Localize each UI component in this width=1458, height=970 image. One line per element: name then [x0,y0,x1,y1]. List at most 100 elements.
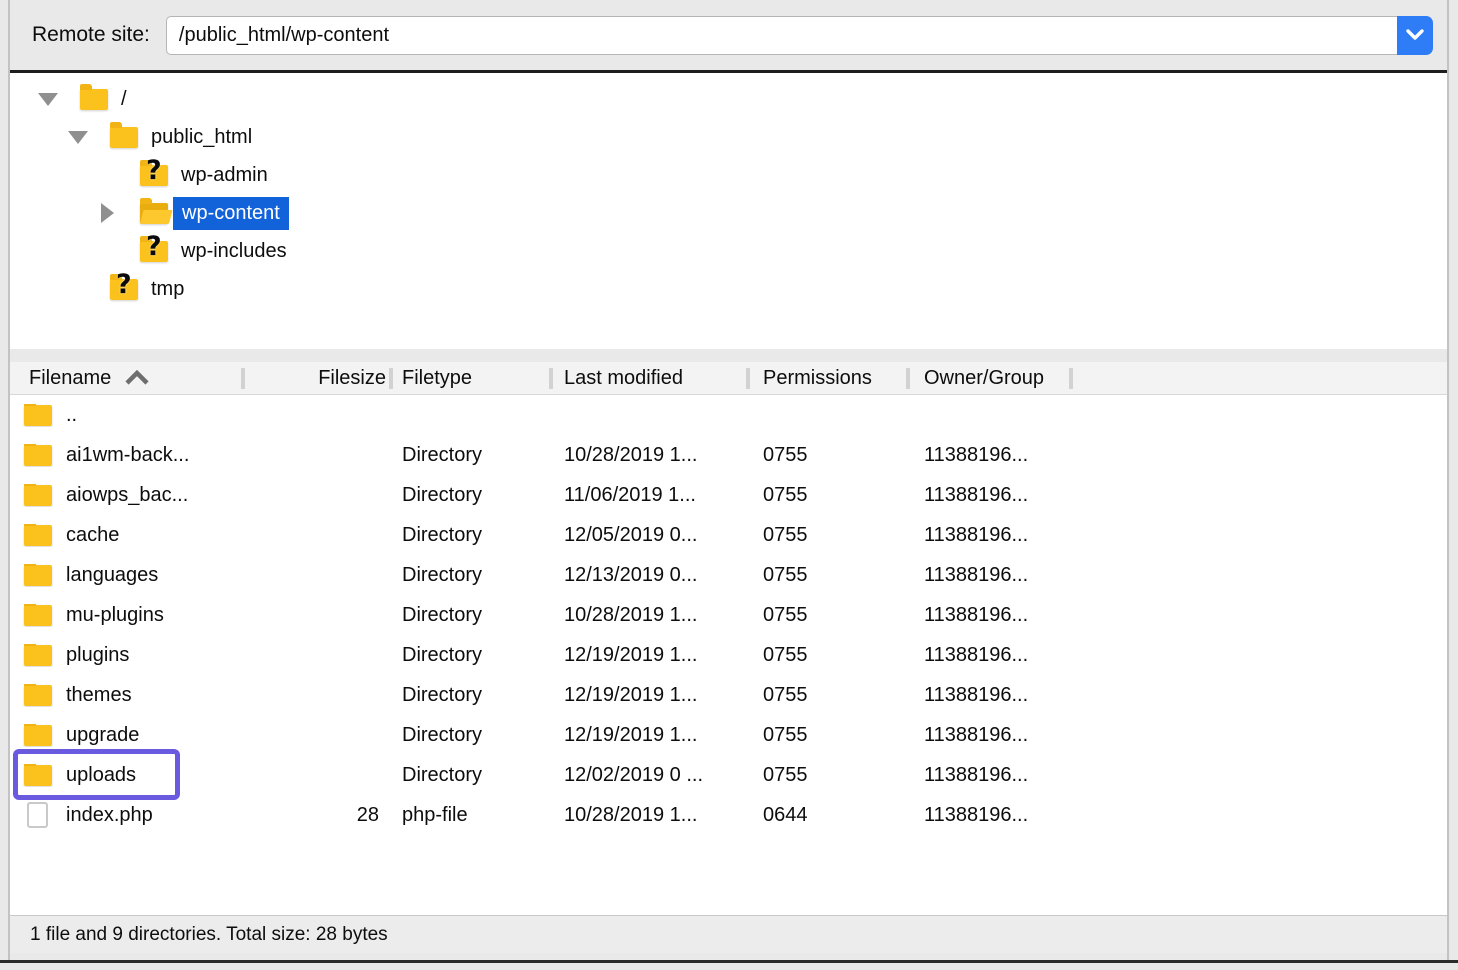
tree-item-label: public_html [151,126,252,149]
tree-item-label: / [121,88,127,111]
filetype: Directory [393,604,553,627]
column-header-label: Filetype [402,367,472,390]
folder-icon [24,765,52,786]
column-header-filesize[interactable]: Filesize [245,362,393,394]
tree-item-wp-content[interactable]: wp-content [10,194,1447,232]
last-modified: 12/02/2019 0 ... [553,764,750,787]
column-header-filetype[interactable]: Filetype [393,362,553,394]
last-modified: 12/19/2019 1... [553,684,750,707]
filetype: Directory [393,444,553,467]
triangle-down-icon [68,131,88,144]
filename: upgrade [66,724,139,747]
file-list-header: Filename Filesize Filetype Last modified… [10,362,1447,395]
column-header-label: Owner/Group [924,367,1044,390]
owner-group: 11388196... [910,724,1073,747]
folder-icon [24,405,52,426]
status-bar: 1 file and 9 directories. Total size: 28… [10,915,1447,953]
status-bar-text: 1 file and 9 directories. Total size: 28… [30,924,388,946]
tree-item-root[interactable]: / [10,80,1447,118]
column-header-last-modified[interactable]: Last modified [553,362,750,394]
permissions: 0755 [750,684,910,707]
owner-group: 11388196... [910,604,1073,627]
permissions: 0755 [750,724,910,747]
filename: languages [66,564,158,587]
question-mark-glyph: ? [146,156,162,186]
panel-divider [10,349,1447,362]
filetype: Directory [393,764,553,787]
filetype: Directory [393,484,553,507]
column-header-label: Permissions [763,367,872,390]
column-header-label: Filesize [318,367,386,390]
tree-item-wp-includes[interactable]: ? wp-includes [10,232,1447,270]
permissions: 0755 [750,444,910,467]
last-modified: 12/05/2019 0... [553,524,750,547]
filename: plugins [66,644,129,667]
expand-collapse-toggle[interactable] [38,93,80,106]
expand-collapse-toggle[interactable] [98,203,140,223]
table-row-index-php[interactable]: index.php 28 php-file 10/28/2019 1... 06… [10,795,1447,835]
filetype: Directory [393,644,553,667]
question-mark-glyph: ? [146,232,162,262]
tree-item-public-html[interactable]: public_html [10,118,1447,156]
window-bottom-divider [0,960,1458,963]
remote-directory-tree: / public_html ? wp-admin wp-content ? wp… [10,73,1447,349]
folder-unknown-icon: ? [140,165,168,186]
column-header-filename[interactable]: Filename [10,362,245,394]
permissions: 0755 [750,564,910,587]
table-row-aiowps-backups[interactable]: aiowps_bac... Directory 11/06/2019 1... … [10,475,1447,515]
filetype: Directory [393,564,553,587]
remote-file-list-panel: Filename Filesize Filetype Last modified… [10,362,1447,953]
last-modified: 10/28/2019 1... [553,604,750,627]
table-row-plugins[interactable]: plugins Directory 12/19/2019 1... 0755 1… [10,635,1447,675]
remote-path-combobox [166,16,1433,55]
folder-unknown-icon: ? [140,241,168,262]
folder-icon [24,565,52,586]
permissions: 0755 [750,604,910,627]
permissions: 0755 [750,764,910,787]
triangle-right-icon [101,203,114,223]
table-row-parent-dir[interactable]: .. [10,395,1447,435]
filesize: 28 [245,804,393,827]
table-row-cache[interactable]: cache Directory 12/05/2019 0... 0755 113… [10,515,1447,555]
permissions: 0755 [750,644,910,667]
column-header-permissions[interactable]: Permissions [750,362,910,394]
filename: uploads [66,764,136,787]
filename: cache [66,524,119,547]
folder-icon [24,485,52,506]
filetype: php-file [393,804,553,827]
permissions: 0755 [750,484,910,507]
filename: aiowps_bac... [66,484,188,507]
filename: mu-plugins [66,604,164,627]
tree-item-wp-admin[interactable]: ? wp-admin [10,156,1447,194]
table-row-ai1wm-backups[interactable]: ai1wm-back... Directory 10/28/2019 1... … [10,435,1447,475]
owner-group: 11388196... [910,564,1073,587]
filename: ai1wm-back... [66,444,189,467]
table-row-themes[interactable]: themes Directory 12/19/2019 1... 0755 11… [10,675,1447,715]
table-row-uploads[interactable]: uploads Directory 12/02/2019 0 ... 0755 … [10,755,1447,795]
tree-item-label: wp-admin [181,164,268,187]
column-header-label: Filename [29,367,111,390]
filetype: Directory [393,684,553,707]
folder-icon [24,725,52,746]
expand-collapse-toggle[interactable] [68,131,110,144]
last-modified: 12/19/2019 1... [553,724,750,747]
remote-site-label: Remote site: [32,23,150,47]
folder-icon [24,445,52,466]
remote-site-toolbar: Remote site: [10,0,1447,73]
table-row-languages[interactable]: languages Directory 12/13/2019 0... 0755… [10,555,1447,595]
remote-path-dropdown-button[interactable] [1397,16,1433,55]
last-modified: 10/28/2019 1... [553,444,750,467]
filename: index.php [66,804,153,827]
remote-path-input[interactable] [166,16,1397,55]
table-row-mu-plugins[interactable]: mu-plugins Directory 10/28/2019 1... 075… [10,595,1447,635]
column-header-owner-group[interactable]: Owner/Group [910,362,1073,394]
filename: themes [66,684,132,707]
table-row-upgrade[interactable]: upgrade Directory 12/19/2019 1... 0755 1… [10,715,1447,755]
tree-item-tmp[interactable]: ? tmp [10,270,1447,308]
question-mark-glyph: ? [116,270,132,300]
filetype: Directory [393,524,553,547]
tree-item-label-selected: wp-content [173,197,289,230]
folder-icon [24,685,52,706]
last-modified: 12/19/2019 1... [553,644,750,667]
file-icon [27,802,48,828]
